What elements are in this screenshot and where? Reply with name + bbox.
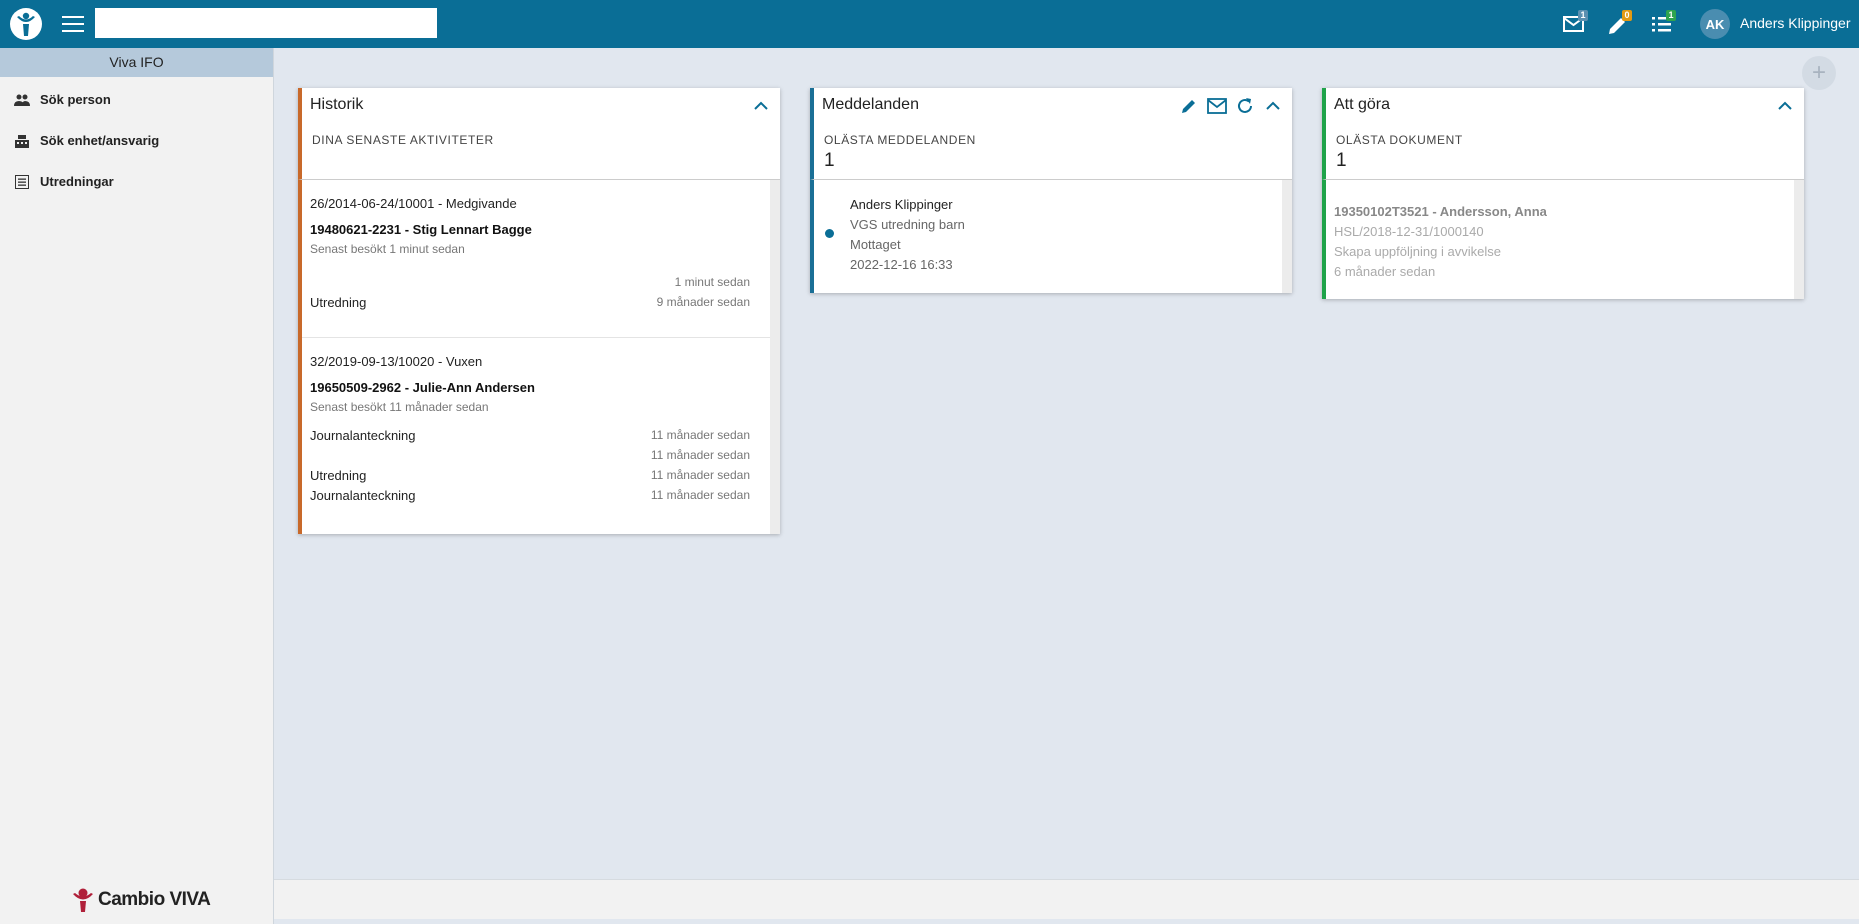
document-time: 6 månader sedan xyxy=(1334,264,1436,279)
history-list[interactable]: 26/2014-06-24/10001 - Medgivande 1948062… xyxy=(298,180,780,534)
history-entry[interactable]: 26/2014-06-24/10001 - Medgivande 1948062… xyxy=(302,180,770,338)
person-name[interactable]: 19650509-2962 - Julie-Ann Andersen xyxy=(310,380,750,400)
activity-time: 11 månader sedan xyxy=(650,488,750,502)
add-widget-button[interactable]: + xyxy=(1802,56,1836,90)
viva-logo-icon[interactable] xyxy=(10,8,42,40)
collapse-chevron-up-icon[interactable] xyxy=(750,95,772,117)
sidebar-item-label: Sök person xyxy=(40,92,111,107)
sidebar-item-label: Sök enhet/ansvarig xyxy=(40,133,160,148)
user-name[interactable]: Anders Klippinger xyxy=(1740,15,1851,31)
activity-time: 11 månader sedan xyxy=(650,468,750,482)
cambio-logo-icon xyxy=(73,888,93,912)
activity-row[interactable]: 11 månader sedan xyxy=(310,445,750,465)
mail-icon[interactable]: 1 xyxy=(1560,10,1590,38)
todo-card: Att göra OLÄSTA DOKUMENT 1 19350102T3521… xyxy=(1322,88,1804,299)
sidebar-item-label: Utredningar xyxy=(40,174,114,189)
activity-time: 11 månader sedan xyxy=(650,428,750,442)
messages-card-header: Meddelanden OLÄSTA MEDDELANDEN 1 xyxy=(810,88,1292,180)
activity-time: 9 månader sedan xyxy=(656,295,750,309)
sidebar-item-utredningar[interactable]: Utredningar xyxy=(0,161,273,202)
messages-list[interactable]: Anders Klippinger VGS utredning barn Mot… xyxy=(810,180,1292,293)
activity-time: 1 minut sedan xyxy=(674,275,750,289)
pencil-icon[interactable]: 0 xyxy=(1604,10,1634,38)
document-title: 19350102T3521 - Andersson, Anna xyxy=(1334,204,1547,219)
brand-text: Cambio VIVA xyxy=(98,889,211,910)
mail-badge: 1 xyxy=(1578,10,1588,21)
message-date: 2022-12-16 16:33 xyxy=(850,257,953,272)
scrollbar[interactable] xyxy=(1282,180,1292,293)
refresh-icon[interactable] xyxy=(1234,95,1256,117)
message-status: Mottaget xyxy=(850,237,901,252)
scrollbar[interactable] xyxy=(770,180,780,534)
messages-title: Meddelanden xyxy=(822,96,919,113)
messages-subtitle: OLÄSTA MEDDELANDEN xyxy=(824,133,976,147)
messages-card: Meddelanden OLÄSTA MEDDELANDEN 1 Anders … xyxy=(810,88,1292,293)
case-number: 32/2019-09-13/10020 - Vuxen xyxy=(310,354,483,369)
collapse-chevron-up-icon[interactable] xyxy=(1774,95,1796,117)
building-icon xyxy=(14,133,30,149)
sidebar-header: Viva IFO xyxy=(0,48,273,77)
unread-dot-icon xyxy=(825,229,834,238)
checklist-icon[interactable]: 1 xyxy=(1648,10,1678,38)
avatar[interactable]: AK xyxy=(1700,9,1730,39)
todo-card-header: Att göra OLÄSTA DOKUMENT 1 xyxy=(1322,88,1804,180)
history-card: Historik DINA SENASTE AKTIVITETER 26/201… xyxy=(298,88,780,534)
activity-label: Journalanteckning xyxy=(310,487,416,503)
message-sender: Anders Klippinger xyxy=(850,197,953,212)
compose-pencil-icon[interactable] xyxy=(1178,95,1200,117)
scrollbar[interactable] xyxy=(1794,180,1804,299)
search-input[interactable] xyxy=(95,8,437,38)
sidebar-item-sok-enhet[interactable]: Sök enhet/ansvarig xyxy=(0,120,273,161)
hamburger-menu-icon[interactable] xyxy=(62,14,84,34)
message-subject: VGS utredning barn xyxy=(850,217,965,232)
activity-time: 11 månader sedan xyxy=(650,448,750,462)
todo-subtitle: OLÄSTA DOKUMENT xyxy=(1336,133,1463,147)
checklist-badge: 1 xyxy=(1666,10,1676,21)
activity-row[interactable]: 1 minut sedan xyxy=(310,272,750,292)
activity-row[interactable]: Utredning 9 månader sedan xyxy=(310,292,750,312)
last-visited: Senast besökt 1 minut sedan xyxy=(310,242,465,256)
activity-label: Utredning xyxy=(310,467,367,483)
todo-title: Att göra xyxy=(1334,96,1391,113)
history-subtitle: DINA SENASTE AKTIVITETER xyxy=(312,133,494,147)
person-name[interactable]: 19480621-2231 - Stig Lennart Bagge xyxy=(310,222,750,242)
collapse-chevron-up-icon[interactable] xyxy=(1262,95,1284,117)
document-action: Skapa uppföljning i avvikelse xyxy=(1334,244,1501,259)
unread-messages-count: 1 xyxy=(824,150,835,171)
activity-label: Journalanteckning xyxy=(310,427,416,443)
case-number: 26/2014-06-24/10001 - Medgivande xyxy=(310,196,517,211)
footer-bar xyxy=(274,879,1859,919)
top-bar: 1 0 1 AK Anders Klippinger xyxy=(0,0,1859,48)
history-title: Historik xyxy=(310,96,364,113)
todo-list[interactable]: 19350102T3521 - Andersson, Anna HSL/2018… xyxy=(1322,180,1804,299)
activity-label: Utredning xyxy=(310,294,367,310)
list-icon xyxy=(14,174,30,190)
last-visited: Senast besökt 11 månader sedan xyxy=(310,400,489,414)
activity-row[interactable]: Journalanteckning 11 månader sedan xyxy=(310,425,750,445)
activity-row[interactable]: Journalanteckning 11 månader sedan xyxy=(310,485,750,505)
sidebar-item-sok-person[interactable]: Sök person xyxy=(0,79,273,120)
mail-icon[interactable] xyxy=(1206,95,1228,117)
todo-item[interactable]: 19350102T3521 - Andersson, Anna HSL/2018… xyxy=(1326,180,1794,296)
history-entry[interactable]: 32/2019-09-13/10020 - Vuxen 19650509-296… xyxy=(302,338,770,505)
unread-documents-count: 1 xyxy=(1336,150,1347,171)
pencil-badge: 0 xyxy=(1622,10,1632,21)
cambio-viva-logo: Cambio VIVA xyxy=(72,888,211,912)
history-card-header: Historik DINA SENASTE AKTIVITETER xyxy=(298,88,780,180)
message-item[interactable]: Anders Klippinger VGS utredning barn Mot… xyxy=(814,180,1282,289)
sidebar: Viva IFO Sök person Sök enhet/ansvarig U… xyxy=(0,48,274,924)
document-reference: HSL/2018-12-31/1000140 xyxy=(1334,224,1484,239)
people-icon xyxy=(14,92,30,108)
activity-row[interactable]: Utredning 11 månader sedan xyxy=(310,465,750,485)
